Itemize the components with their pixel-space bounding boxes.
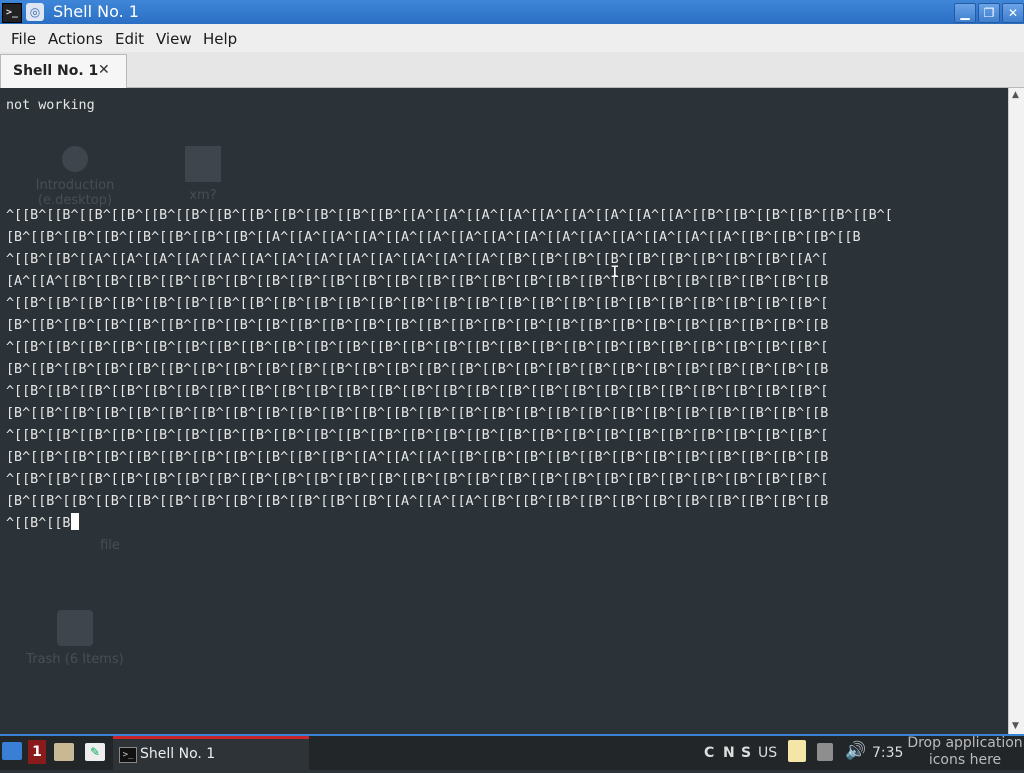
tray-scroll-indicator: S	[741, 745, 752, 761]
close-button[interactable]: ✕	[1002, 3, 1024, 23]
terminal-app-icon[interactable]: >_	[2, 3, 22, 23]
tab-bar: Shell No. 1 ✕	[0, 52, 1024, 89]
tab-close-icon[interactable]: ✕	[98, 62, 110, 78]
file-manager-icon[interactable]	[54, 743, 74, 761]
menu-edit[interactable]: Edit	[115, 30, 144, 48]
task-label: Shell No. 1	[140, 746, 216, 762]
window-title: Shell No. 1	[53, 2, 139, 21]
title-bar: >_ ◎ Shell No. 1 ▁ ❐ ✕	[0, 0, 1024, 24]
volume-icon[interactable]: 🔊	[845, 741, 866, 761]
tab-label: Shell No. 1	[13, 63, 99, 79]
quicklaunch-drop-area: Drop application icons here	[907, 735, 1023, 768]
tray-num-indicator: N	[723, 745, 735, 761]
minimize-button[interactable]: ▁	[954, 3, 976, 23]
desktop-trash-icon: Trash (6 Items)	[20, 610, 130, 667]
removable-device-icon[interactable]	[817, 743, 833, 761]
text-cursor-icon: I	[610, 262, 620, 281]
workspace-indicator[interactable]: 1	[28, 740, 46, 764]
vertical-scrollbar[interactable]: ▲ ▼	[1008, 88, 1024, 734]
menu-view[interactable]: View	[156, 30, 192, 48]
terminal-line-message: not working	[6, 98, 95, 113]
taskbar-task-shell[interactable]: >_ Shell No. 1	[113, 736, 309, 773]
pin-icon[interactable]: ◎	[26, 3, 44, 21]
maximize-button[interactable]: ❐	[978, 3, 1000, 23]
notes-icon[interactable]	[788, 740, 806, 762]
tray-caps-indicator: C	[704, 745, 715, 761]
terminal-task-icon: >_	[119, 747, 137, 763]
menu-actions[interactable]: Actions	[48, 30, 103, 48]
menu-help[interactable]: Help	[203, 30, 237, 48]
terminal-text: not working ^[[B^[[B^[[B^[[B^[[B^[[B^[[B…	[6, 98, 893, 531]
app-menu-icon[interactable]	[2, 742, 22, 760]
text-editor-icon[interactable]: ✎	[85, 743, 105, 761]
menu-bar: File Actions Edit View Help	[0, 24, 1024, 52]
keyboard-layout[interactable]: US	[758, 745, 777, 761]
menu-file[interactable]: File	[11, 30, 36, 48]
terminal-last-line: ^[[B^[[B	[6, 516, 71, 531]
terminal-output[interactable]: Introduction (e.desktop) xm? file Trash …	[0, 88, 1008, 734]
desktop-file-label: file	[100, 538, 120, 553]
scroll-down-icon[interactable]: ▼	[1012, 721, 1019, 731]
taskbar: 1 ✎ >_ Shell No. 1 C N S US 🔊 7:35 Drop …	[0, 734, 1024, 773]
clock[interactable]: 7:35	[872, 745, 903, 761]
terminal-cursor	[70, 513, 79, 530]
tab-shell-1[interactable]: Shell No. 1 ✕	[0, 54, 127, 89]
scroll-up-icon[interactable]: ▲	[1012, 90, 1019, 100]
